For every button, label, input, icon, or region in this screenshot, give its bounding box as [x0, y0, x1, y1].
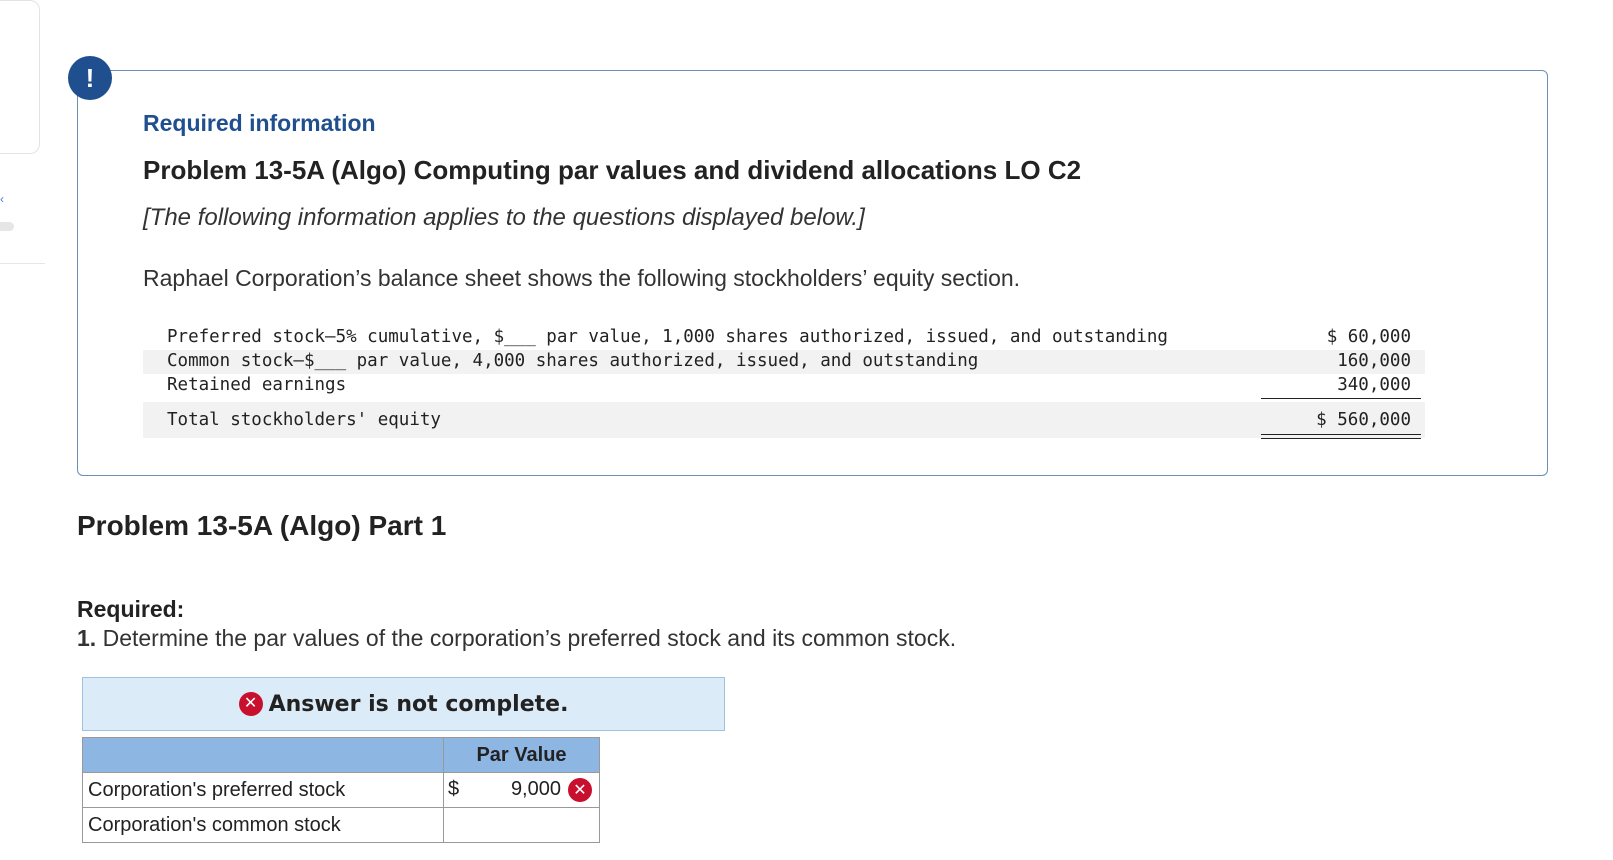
- incorrect-x-icon: ✕: [568, 778, 592, 802]
- equity-row-amount: $ 60,000: [1326, 327, 1411, 347]
- total-double-rule: [1261, 434, 1421, 435]
- equity-section-table: Preferred stock—5% cumulative, $___ par …: [143, 326, 1425, 438]
- applies-note: [The following information applies to th…: [143, 204, 865, 231]
- side-panel-divider: [0, 263, 45, 264]
- equity-row-common: Common stock—$___ par value, 4,000 share…: [143, 350, 1425, 374]
- subtotal-rule: [1261, 398, 1421, 399]
- preferred-par-value-input[interactable]: $ 9,000 ✕: [443, 772, 600, 808]
- equity-total-amount: $ 560,000: [1316, 410, 1411, 430]
- answer-status-banner: ✕ Answer is not complete.: [82, 677, 725, 731]
- row-label: Corporation's common stock: [82, 807, 444, 843]
- exclamation-icon: !: [68, 56, 112, 100]
- part-title: Problem 13-5A (Algo) Part 1: [77, 510, 447, 541]
- intro-text: Raphael Corporation’s balance sheet show…: [143, 265, 1021, 291]
- error-x-icon: ✕: [238, 692, 263, 716]
- table-row-common: Corporation's common stock: [82, 807, 600, 843]
- required-label: Required:: [77, 596, 185, 622]
- equity-row-amount: 160,000: [1337, 351, 1411, 371]
- par-value-entry[interactable]: 9,000: [511, 778, 561, 801]
- required-number: 1.: [77, 625, 97, 651]
- side-panel-link-icon[interactable]: ‹: [0, 192, 4, 206]
- side-panel-pill: [0, 222, 14, 231]
- dollar-sign: $: [448, 778, 460, 800]
- required-instruction: 1. Determine the par values of the corpo…: [77, 625, 956, 652]
- table-header-par-value: Par Value: [443, 737, 600, 773]
- equity-row-total: Total stockholders' equity $ 560,000: [143, 402, 1425, 438]
- equity-row-amount: 340,000: [1337, 375, 1411, 395]
- equity-row-label: Preferred stock—5% cumulative, $___ par …: [167, 327, 1168, 347]
- required-information-heading: Required information: [143, 110, 376, 136]
- equity-row-label: Retained earnings: [167, 375, 347, 395]
- common-par-value-input[interactable]: [443, 807, 600, 843]
- equity-row-label: Common stock—$___ par value, 4,000 share…: [167, 351, 979, 371]
- equity-row-preferred: Preferred stock—5% cumulative, $___ par …: [143, 326, 1425, 350]
- par-value-table: Par Value Corporation's preferred stock …: [82, 737, 600, 843]
- total-double-rule: [1261, 438, 1421, 439]
- row-label: Corporation's preferred stock: [82, 772, 444, 808]
- required-instruction-text: Determine the par values of the corporat…: [102, 625, 957, 651]
- table-header-blank: [82, 737, 444, 773]
- answer-status-text: Answer is not complete.: [268, 691, 569, 717]
- table-header-row: Par Value: [82, 737, 600, 773]
- equity-row-retained-earnings: Retained earnings 340,000: [143, 374, 1425, 398]
- side-panel-card: [0, 0, 40, 154]
- problem-title: Problem 13-5A (Algo) Computing par value…: [143, 155, 1082, 185]
- equity-total-label: Total stockholders' equity: [167, 410, 441, 430]
- table-row-preferred: Corporation's preferred stock $ 9,000 ✕: [82, 772, 600, 808]
